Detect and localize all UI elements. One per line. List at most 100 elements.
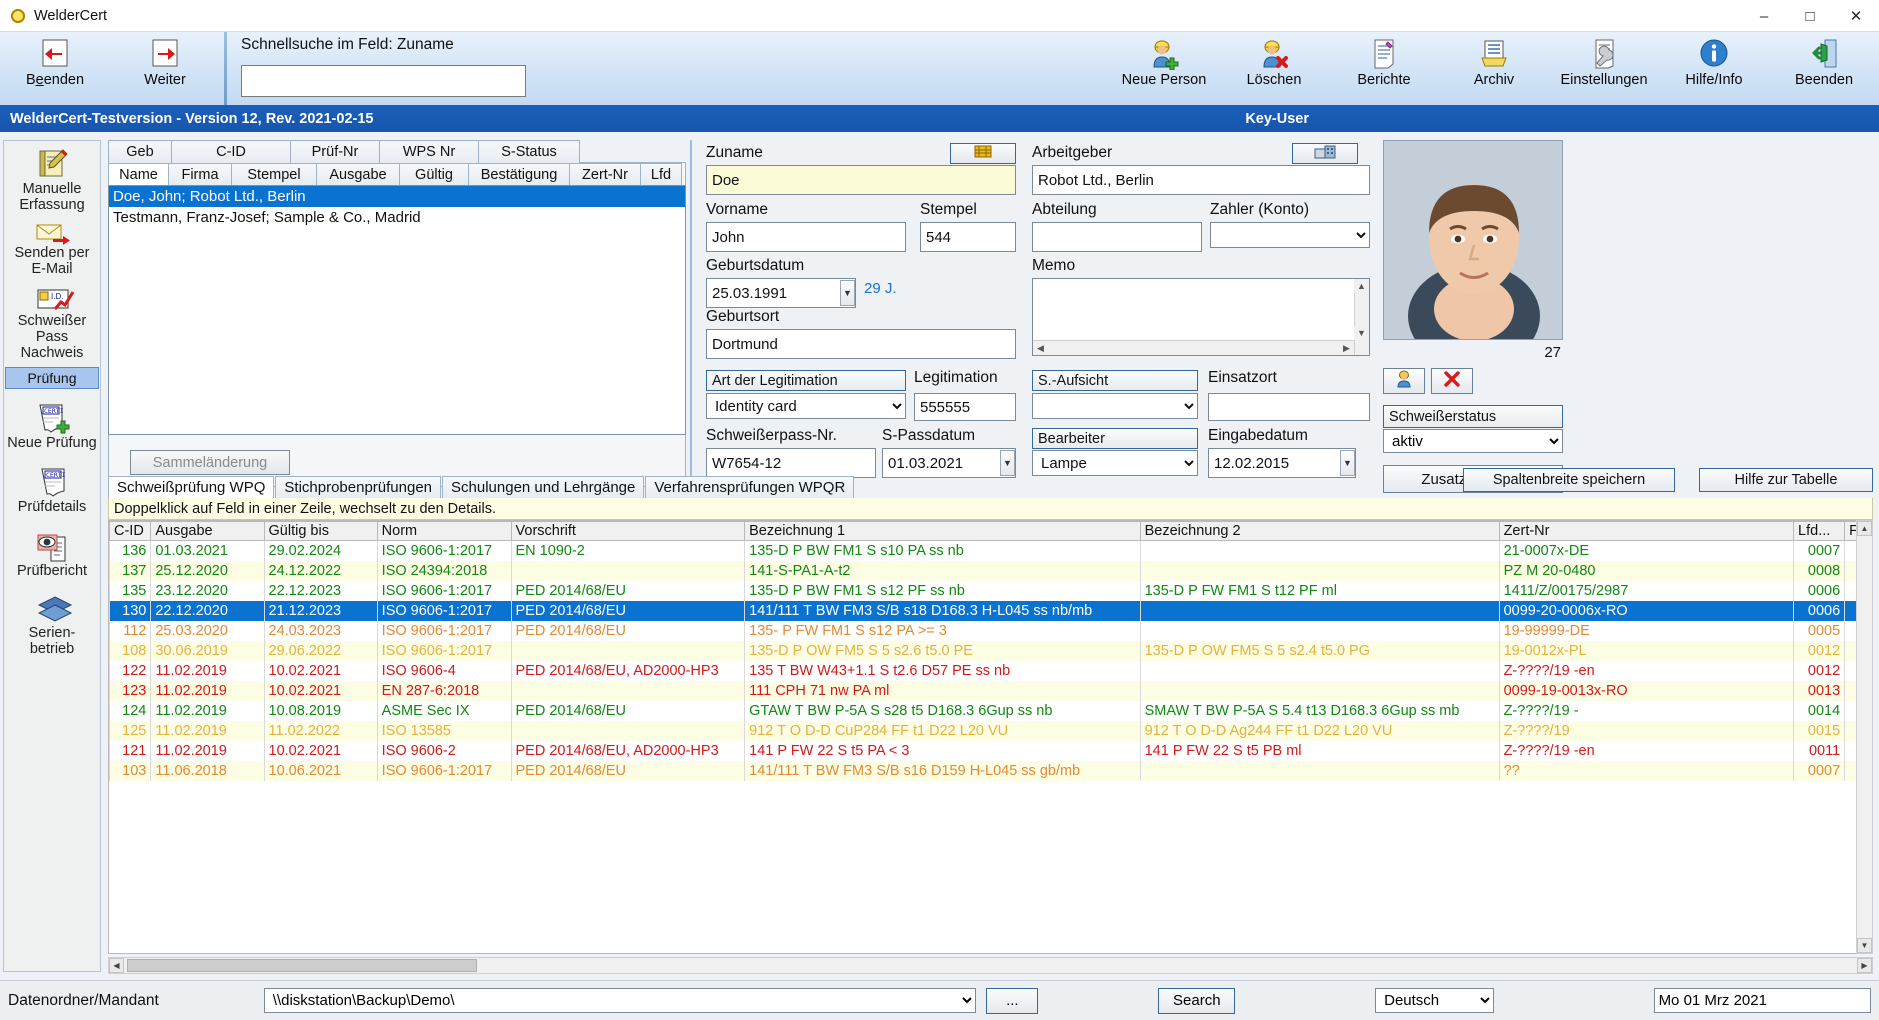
table-cell-ausgabe[interactable]: 11.02.2019 (150, 660, 265, 681)
table-cell-zert-nr[interactable]: 21-0007x-DE (1498, 540, 1795, 561)
maximize-button[interactable]: □ (1787, 0, 1833, 32)
list-tab-wpsnr[interactable]: WPS Nr (379, 140, 479, 163)
table-cell-vorschrift[interactable] (510, 640, 746, 661)
table-cell-g-ltig-bis[interactable]: 24.12.2022 (263, 560, 378, 581)
scroll-down-icon[interactable]: ▼ (1857, 938, 1872, 953)
horizontal-scroll-thumb[interactable] (127, 959, 477, 972)
table-cell-c-id[interactable]: 123 (109, 680, 152, 701)
table-cell-bezeichnung-2[interactable] (1139, 560, 1500, 581)
col-bezeichnung-1[interactable]: Bezeichnung 1 (744, 521, 1141, 541)
table-cell-vorschrift[interactable] (510, 560, 746, 581)
table-cell-norm[interactable]: ASME Sec IX (376, 700, 512, 721)
bulk-change-button[interactable]: Sammeländerung (130, 450, 290, 475)
table-cell-c-id[interactable]: 135 (109, 580, 152, 601)
table-cell-norm[interactable]: ISO 9606-1:2017 (376, 540, 512, 561)
legitimation-input[interactable] (914, 393, 1016, 421)
table-cell-lfd[interactable]: 0007 (1793, 540, 1846, 561)
table-cell-zert-nr[interactable]: PZ M 20-0480 (1498, 560, 1795, 581)
zahler-select[interactable] (1210, 222, 1370, 248)
table-cell-vorschrift[interactable]: PED 2014/68/EU (510, 600, 746, 621)
table-cell-bezeichnung-1[interactable]: 135 T BW W43+1.1 S t2.6 D57 PE ss nb (744, 660, 1141, 681)
table-cell-bezeichnung-1[interactable]: 135-D P BW FM1 S s10 PA ss nb (744, 540, 1141, 561)
toolbar-reports-button[interactable]: Berichte (1329, 32, 1439, 88)
table-row[interactable]: 122 11.02.2019 10.02.2021 ISO 9606-4 PED 201… (109, 660, 1872, 681)
table-cell-zert-nr[interactable]: Z-????/19 - (1498, 700, 1795, 721)
table-cell-bezeichnung-1[interactable]: 141-S-PA1-A-t2 (744, 560, 1141, 581)
table-cell-zert-nr[interactable]: 1411/Z/00175/2987 (1498, 580, 1795, 601)
spassdatum-dropdown-button[interactable]: ▼ (1000, 450, 1015, 476)
table-cell-lfd[interactable]: 0011 (1793, 740, 1846, 761)
table-cell-ausgabe[interactable]: 11.02.2019 (150, 680, 265, 701)
table-cell-c-id[interactable]: 112 (109, 620, 152, 641)
table-cell-norm[interactable]: EN 287-6:2018 (376, 680, 512, 701)
table-row[interactable]: 121 11.02.2019 10.02.2021 ISO 9606-2 PED 201… (109, 740, 1872, 761)
minimize-button[interactable]: – (1741, 0, 1787, 32)
bearbeiter-select[interactable]: Lampe (1032, 450, 1198, 476)
table-cell-bezeichnung-2[interactable]: 135-D P FW FM1 S t12 PF ml (1139, 580, 1500, 601)
table-row[interactable]: 112 25.03.2020 24.03.2023 ISO 9606-1:2017 PE… (109, 620, 1872, 641)
saufsicht-label-button[interactable]: S.-Aufsicht (1032, 370, 1198, 391)
toolbar-new-person-button[interactable]: Neue Person (1109, 32, 1219, 88)
table-help-button[interactable]: Hilfe zur Tabelle (1699, 468, 1873, 492)
col-norm[interactable]: Norm (376, 521, 512, 541)
table-cell-lfd[interactable]: 0006 (1793, 600, 1846, 621)
table-cell-bezeichnung-2[interactable] (1139, 600, 1500, 621)
table-cell-zert-nr[interactable]: 19-99999-DE (1498, 620, 1795, 641)
table-cell-lfd[interactable]: 0012 (1793, 660, 1846, 681)
table-cell-bezeichnung-2[interactable] (1139, 660, 1500, 681)
memo-vertical-scrollbar[interactable]: ▲ ▼ (1354, 279, 1369, 355)
eingabedatum-dropdown-button[interactable]: ▼ (1340, 450, 1355, 476)
list-tab-lfd[interactable]: Lfd (640, 163, 682, 185)
geburtsdatum-dropdown-button[interactable]: ▼ (840, 280, 855, 306)
table-cell-bezeichnung-1[interactable]: 141/111 T BW FM3 S/B s16 D159 H-L045 ss … (744, 760, 1141, 781)
table-cell-lfd[interactable]: 0015 (1793, 720, 1846, 741)
table-cell-g-ltig-bis[interactable]: 21.12.2023 (263, 600, 378, 621)
table-cell-vorschrift[interactable]: PED 2014/68/EU, AD2000-HP3 (510, 660, 746, 681)
art-legitimation-label-button[interactable]: Art der Legitimation (706, 370, 906, 391)
table-cell-lfd[interactable]: 0006 (1793, 580, 1846, 601)
tab-stichprobenpruefungen[interactable]: Stichprobenprüfungen (275, 476, 442, 498)
scroll-left-icon[interactable]: ◀ (109, 958, 124, 973)
table-cell-c-id[interactable]: 103 (109, 760, 152, 781)
table-cell-bezeichnung-1[interactable]: 141/111 T BW FM3 S/B s18 D168.3 H-L045 s… (744, 600, 1141, 621)
table-cell-bezeichnung-2[interactable] (1139, 540, 1500, 561)
table-cell-lfd[interactable]: 0008 (1793, 560, 1846, 581)
table-cell-zert-nr[interactable]: ?? (1498, 760, 1795, 781)
geburtsdatum-input[interactable] (706, 278, 856, 308)
bearbeiter-label-button[interactable]: Bearbeiter (1032, 428, 1198, 449)
table-cell-c-id[interactable]: 108 (109, 640, 152, 661)
search-button[interactable]: Search (1158, 987, 1236, 1014)
col-gueltig-bis[interactable]: Gültig bis (263, 521, 378, 541)
table-cell-ausgabe[interactable]: 11.06.2018 (150, 760, 265, 781)
table-cell-lfd[interactable]: 0007 (1793, 760, 1846, 781)
exam-table-horizontal-scrollbar[interactable]: ◀ ▶ (108, 957, 1873, 974)
person-photo[interactable] (1383, 140, 1563, 340)
quicksearch-input[interactable] (241, 65, 526, 97)
table-cell-c-id[interactable]: 136 (109, 540, 152, 561)
table-cell-zert-nr[interactable]: 19-0012x-PL (1498, 640, 1795, 661)
table-cell-ausgabe[interactable]: 23.12.2020 (150, 580, 265, 601)
table-cell-bezeichnung-2[interactable]: 135-D P OW FM5 S 5 s2.4 t5.0 PG (1139, 640, 1500, 661)
table-cell-bezeichnung-1[interactable]: 111 CPH 71 nw PA ml (744, 680, 1141, 701)
table-cell-norm[interactable]: ISO 9606-1:2017 (376, 620, 512, 641)
table-row[interactable]: 125 11.02.2019 11.02.2022 ISO 13585 912 T O … (109, 720, 1872, 741)
tab-schweisspruefung-wpq[interactable]: Schweißprüfung WPQ (108, 476, 275, 498)
scroll-left-icon[interactable]: ◀ (1033, 341, 1048, 355)
einsatzort-input[interactable] (1208, 393, 1370, 421)
scroll-right-icon[interactable]: ▶ (1339, 341, 1354, 355)
table-cell-norm[interactable]: ISO 9606-1:2017 (376, 760, 512, 781)
table-cell-c-id[interactable]: 125 (109, 720, 152, 741)
table-row[interactable]: 123 11.02.2019 10.02.2021 EN 287-6:2018 111 … (109, 680, 1872, 701)
arbeitgeber-lookup-button[interactable] (1292, 143, 1358, 164)
table-cell-c-id[interactable]: 124 (109, 700, 152, 721)
list-tab-ausgabe[interactable]: Ausgabe (316, 163, 400, 185)
zuname-lookup-button[interactable] (950, 143, 1016, 164)
list-tab-zertnr[interactable]: Zert-Nr (569, 163, 641, 185)
table-cell-g-ltig-bis[interactable]: 10.02.2021 (263, 680, 378, 701)
table-cell-bezeichnung-2[interactable]: 141 P FW 22 S t5 PB ml (1139, 740, 1500, 761)
table-cell-norm[interactable]: ISO 9606-4 (376, 660, 512, 681)
data-folder-select[interactable]: \\diskstation\Backup\Demo\ (263, 988, 977, 1013)
zuname-input[interactable] (706, 165, 1016, 195)
sidebar-item-neue-pruefung[interactable]: CERTI Neue Prüfung (4, 389, 100, 453)
person-listbox[interactable]: Doe, John; Robot Ltd., Berlin Testmann, … (108, 185, 686, 435)
